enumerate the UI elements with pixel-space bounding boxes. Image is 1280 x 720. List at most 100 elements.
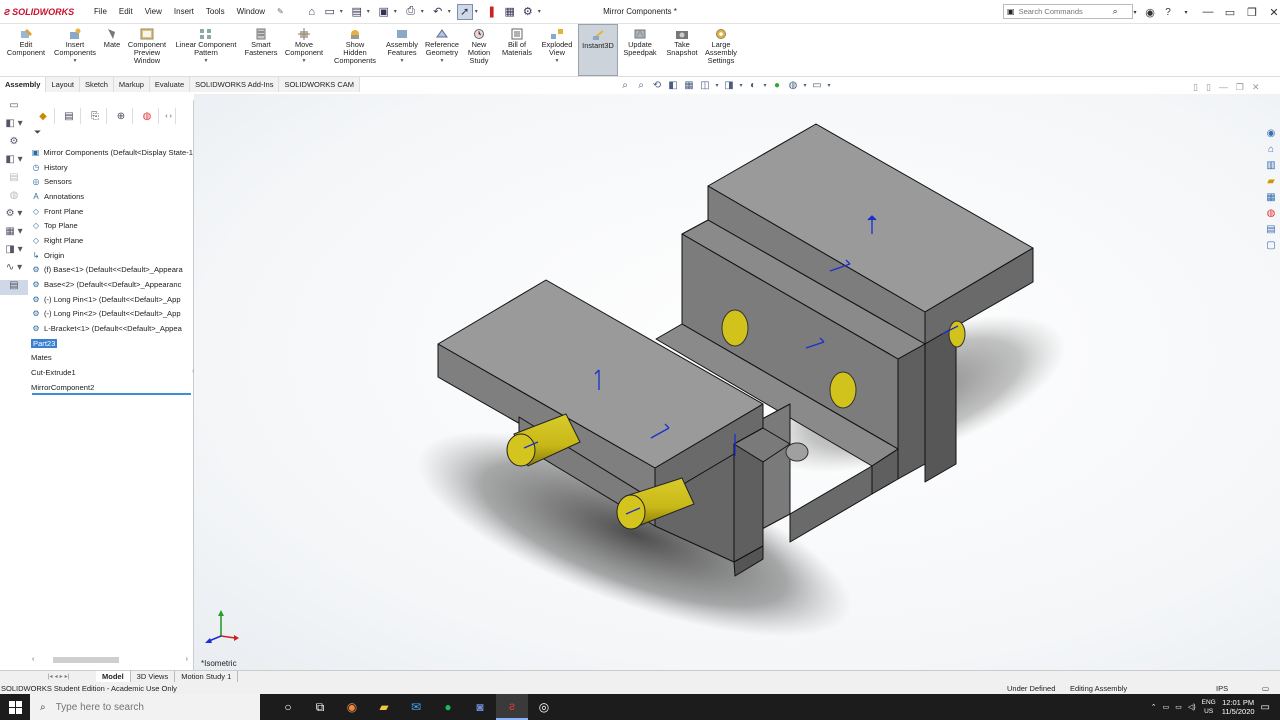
chevron-down-icon[interactable]: ▾: [421, 8, 428, 15]
smart-fasteners-button[interactable]: Smart Fasteners: [242, 28, 280, 57]
zoom-to-fit-icon[interactable]: ⌕: [618, 80, 632, 91]
tab-layout[interactable]: Layout: [46, 77, 80, 92]
file-explorer-icon[interactable]: ▰: [1262, 176, 1280, 191]
discord-icon[interactable]: ◙: [464, 694, 496, 720]
chevron-down-icon[interactable]: ▾: [448, 8, 455, 15]
instant3d-button[interactable]: Instant3D: [578, 24, 618, 76]
tree-item-history[interactable]: ◷ History: [31, 160, 193, 175]
design-library-icon[interactable]: ▥: [1262, 160, 1280, 175]
undo-icon[interactable]: ↶: [430, 4, 446, 20]
rebuild-icon[interactable]: ❚: [484, 4, 500, 20]
apply-scene-icon[interactable]: ◍: [786, 80, 800, 91]
close-icon[interactable]: ✕: [1265, 3, 1280, 21]
tree-item-right-plane[interactable]: ◇ Right Plane: [31, 233, 193, 248]
tree-item-long-pin-2[interactable]: ⚙ (-) Long Pin<2> (Default<<Default>_App: [31, 307, 193, 322]
options-gear-icon[interactable]: ⚙: [520, 4, 536, 20]
notifications-icon[interactable]: ▭: [1261, 702, 1270, 713]
minimize-icon[interactable]: —: [1199, 3, 1217, 21]
menu-edit[interactable]: Edit: [113, 7, 139, 16]
sketch-icon[interactable]: ◨ ▾: [0, 244, 28, 259]
new-document-icon[interactable]: ▭: [322, 4, 338, 20]
restore-icon[interactable]: ❐: [1236, 82, 1244, 93]
tab-assembly[interactable]: Assembly: [0, 77, 47, 92]
tree-item-front-plane[interactable]: ◇ Front Plane: [31, 204, 193, 219]
move-component-button[interactable]: Move Component ▼: [282, 28, 326, 66]
display-manager-tab-icon[interactable]: ◍: [136, 108, 159, 124]
settings-icon[interactable]: ⚙ ▾: [0, 208, 28, 223]
custom-properties-icon[interactable]: ▤: [1262, 224, 1280, 239]
volume-icon[interactable]: ◁): [1188, 703, 1196, 711]
menu-tools[interactable]: Tools: [200, 7, 231, 16]
large-assembly-settings-button[interactable]: Large Assembly Settings: [700, 28, 742, 66]
tab-cam[interactable]: SOLIDWORKS CAM: [279, 77, 361, 92]
mate-button[interactable]: Mate: [100, 28, 124, 49]
menu-view[interactable]: View: [139, 7, 168, 16]
tab-3d-views[interactable]: 3D Views: [131, 671, 176, 682]
rollback-bar[interactable]: [32, 393, 191, 395]
tree-item-top-plane[interactable]: ◇ Top Plane: [31, 218, 193, 233]
chevron-down-icon[interactable]: ▾: [475, 8, 482, 15]
first-tab-icon[interactable]: |◂: [48, 673, 53, 680]
curve-icon[interactable]: ∿ ▾: [0, 262, 28, 277]
chevron-down-icon[interactable]: ▾: [367, 8, 374, 15]
chat-icon[interactable]: ▭: [1262, 684, 1269, 693]
windows-start-icon[interactable]: [0, 694, 30, 720]
exploded-view-button[interactable]: Exploded View ▼: [538, 28, 576, 66]
search-input[interactable]: [1018, 7, 1109, 16]
next-tab-icon[interactable]: ▸: [60, 673, 63, 680]
tree-item-sensors[interactable]: ◎ Sensors: [31, 174, 193, 189]
spotify-icon[interactable]: ●: [432, 694, 464, 720]
hide-show-items-icon[interactable]: ◐: [746, 80, 760, 91]
new-motion-study-button[interactable]: New Motion Study: [464, 28, 494, 66]
chevron-down-icon[interactable]: ▼: [282, 57, 326, 65]
mates-icon[interactable]: ▦ ▾: [0, 226, 28, 241]
open-folder-icon[interactable]: ▤: [349, 4, 365, 20]
chevron-down-icon[interactable]: ▼: [50, 57, 100, 65]
units-selector[interactable]: IPS: [1216, 684, 1228, 693]
chevron-down-icon[interactable]: ▼: [422, 57, 462, 65]
home-icon[interactable]: ⌂: [304, 4, 320, 20]
scroll-right-icon[interactable]: ›: [186, 656, 188, 663]
zoom-to-area-icon[interactable]: ⌕: [634, 80, 648, 91]
menu-insert[interactable]: Insert: [168, 7, 200, 16]
property-manager-tab-icon[interactable]: ▤: [58, 108, 81, 124]
bill-of-materials-button[interactable]: Bill of Materials: [498, 28, 536, 57]
graphics-area[interactable]: [194, 94, 1280, 670]
tab-model[interactable]: Model: [96, 671, 131, 682]
solidworks-logo[interactable]: ƨ SOLIDWORKS: [0, 6, 88, 18]
restore-down-icon[interactable]: ❐: [1243, 3, 1261, 21]
chevron-down-icon[interactable]: ▾: [394, 8, 401, 15]
file-properties-icon[interactable]: ▦: [502, 4, 518, 20]
feature-tree-tab-icon[interactable]: ◆: [32, 108, 55, 124]
appearances-icon[interactable]: ◍: [1262, 208, 1280, 223]
taskbar-search-input[interactable]: [55, 701, 236, 713]
insert-components-button[interactable]: Insert Components ▼: [50, 28, 100, 66]
mail-icon[interactable]: ✉: [400, 694, 432, 720]
edit-component-button[interactable]: Edit Component: [4, 28, 48, 57]
component-icon[interactable]: ▤: [0, 280, 28, 295]
tree-item-part23-rename[interactable]: Part23: [31, 336, 193, 351]
chrome-icon[interactable]: ◉: [336, 694, 368, 720]
restore-icon[interactable]: ▭: [1221, 3, 1239, 21]
scroll-tabs-icon[interactable]: ‹ ›: [162, 108, 176, 124]
gear-icon[interactable]: ⚙: [0, 136, 28, 151]
view-settings-icon[interactable]: ▭: [810, 80, 824, 91]
component-preview-button[interactable]: Component Preview Window: [124, 28, 170, 66]
tree-item-mates[interactable]: Mates: [31, 351, 193, 366]
sensor-icon[interactable]: ◍: [0, 190, 28, 205]
show-hidden-button[interactable]: Show Hidden Components: [332, 28, 378, 66]
select-cursor-icon[interactable]: ➚: [456, 3, 473, 20]
view-palette-icon[interactable]: ▦: [1262, 192, 1280, 207]
filter-icon[interactable]: ⏷: [34, 127, 41, 138]
tile-icon[interactable]: ▯: [1193, 82, 1198, 93]
solidworks-resources-icon[interactable]: ◉: [1262, 128, 1280, 143]
scroll-left-icon[interactable]: ‹: [32, 656, 34, 663]
horizontal-scrollbar[interactable]: ‹ ›: [32, 655, 188, 664]
tab-sketch[interactable]: Sketch: [79, 77, 114, 92]
close-icon[interactable]: ✕: [1252, 82, 1260, 93]
display-pane-icon[interactable]: ▭: [0, 100, 28, 115]
tab-addins[interactable]: SOLIDWORKS Add-Ins: [190, 77, 280, 92]
tree-item-base-1[interactable]: ⚙ (f) Base<1> (Default<<Default>_Appeara: [31, 263, 193, 278]
dimxpert-tab-icon[interactable]: ⊕: [110, 108, 133, 124]
chevron-down-icon[interactable]: ▾: [538, 8, 545, 15]
